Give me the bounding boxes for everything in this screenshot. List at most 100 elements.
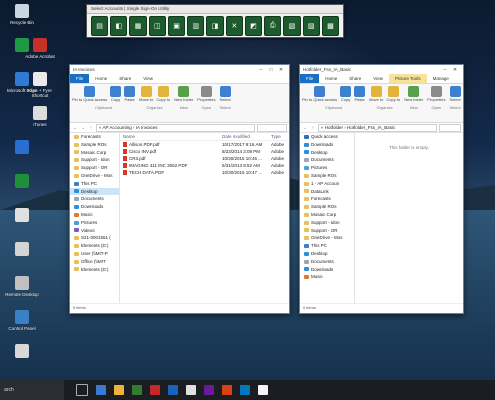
nav-item[interactable]: Downloads (300, 266, 354, 274)
nav-item[interactable]: OneDrive - Mos (70, 172, 119, 180)
nav-item[interactable]: Support - OR (70, 164, 119, 172)
title-bar[interactable]: IA Invoices – □ ✕ (70, 65, 289, 74)
nav-item[interactable]: Sample ROs (300, 172, 354, 180)
toolbar-button-icon[interactable]: ⎙ (264, 16, 282, 36)
file-row[interactable]: Cisco INV.pdf 8/23/2014 3:08 PM Adobe (120, 148, 289, 155)
nav-item[interactable]: Desktop (300, 149, 354, 157)
nav-item[interactable]: Office (\\MIT (70, 258, 119, 266)
toolbar-button-icon[interactable]: ▦ (129, 16, 147, 36)
ribbon-tab-home[interactable]: Home (319, 74, 343, 83)
nav-item[interactable]: Downloads (70, 203, 119, 211)
toolbar-button-icon[interactable]: ▩ (321, 16, 340, 36)
toolbar-button-icon[interactable]: ◩ (244, 16, 263, 36)
ribbon-button[interactable]: Select (450, 86, 461, 103)
nav-item[interactable]: Desktop (300, 250, 354, 258)
nav-item[interactable]: Pictures (70, 219, 119, 227)
nav-item[interactable]: Documents (70, 195, 119, 203)
ribbon-tab-share[interactable]: Share (343, 74, 367, 83)
nav-item[interactable]: User (\\MIT-P (70, 250, 119, 258)
column-type[interactable]: Type (268, 133, 289, 140)
file-row[interactable]: CR3.pdf 10/30/2015 10:45 ... Adobe (120, 155, 289, 162)
close-button[interactable]: ✕ (450, 67, 460, 73)
forward-icon[interactable]: → (80, 125, 86, 130)
ribbon-button[interactable]: Paste (124, 86, 136, 103)
sso-toolbar[interactable]: Select Accounts | Single Sign-On Utility… (86, 4, 344, 38)
ribbon-tab-file[interactable]: File (300, 74, 320, 83)
ribbon-button[interactable]: Select (220, 86, 231, 103)
ribbon-button[interactable]: New folder (404, 86, 423, 103)
desktop-icon[interactable]: iTunes (20, 106, 60, 127)
taskbar-app-icon[interactable] (204, 385, 214, 395)
maximize-button[interactable]: □ (266, 67, 276, 73)
search-input[interactable] (439, 123, 461, 132)
nav-item[interactable]: Music (70, 211, 119, 219)
file-row[interactable]: Allison.PDF.pdf 10/17/2017 9:16 AM Adobe (120, 141, 289, 148)
nav-item[interactable]: 1 - AP Accoun (300, 180, 354, 188)
toolbar-button-icon[interactable]: ◫ (148, 16, 166, 36)
nav-item[interactable]: S21-0001551 ( (70, 234, 119, 242)
toolbar-button-icon[interactable]: ▣ (167, 16, 186, 36)
nav-item[interactable]: Videos (70, 227, 119, 235)
up-icon[interactable]: ↑ (88, 125, 94, 130)
ribbon-tab-share[interactable]: Share (113, 74, 137, 83)
ribbon-button[interactable]: Pin to Quick access (72, 86, 107, 103)
file-row[interactable]: IMAGING 411 INC 3052.PDF 5/31/2013 8:52 A… (120, 162, 289, 169)
nav-item[interactable]: Music (300, 273, 354, 281)
ribbon-context-tab[interactable]: Picture Tools (388, 74, 427, 83)
ribbon-button[interactable]: Properties (427, 86, 446, 103)
ribbon-tab-view[interactable]: View (137, 74, 159, 83)
ribbon-tab-manage[interactable]: Manage (427, 74, 455, 83)
path-field[interactable]: « Hotfolder › Hotfolder_Fss_IA_Basic (318, 123, 437, 132)
taskbar-app-icon[interactable] (132, 385, 142, 395)
nav-item[interactable]: Desktop (70, 187, 119, 196)
taskbar-app-icon[interactable] (168, 385, 178, 395)
nav-item[interactable]: Sample ROs (300, 203, 354, 211)
file-row[interactable]: TECH DATA.PDF 10/30/2015 10:47 ... Adobe (120, 169, 289, 176)
desktop-icon[interactable] (2, 208, 42, 224)
nav-item[interactable]: Sample ROs (70, 141, 119, 149)
ribbon-button[interactable]: Copy (110, 86, 122, 103)
nav-item[interactable]: Support - Idon (70, 156, 119, 164)
close-button[interactable]: ✕ (276, 67, 286, 73)
ribbon-button[interactable]: Copy (340, 86, 352, 103)
explorer-window-hotfolder[interactable]: Hotfolder_Fss_IA_Basic – ✕ File Home Share… (299, 64, 464, 314)
ribbon-tab-file[interactable]: File (70, 74, 90, 83)
taskbar-app-icon[interactable] (114, 385, 124, 395)
ribbon-button[interactable]: New folder (174, 86, 193, 103)
taskbar-app-icon[interactable] (186, 385, 196, 395)
back-icon[interactable]: ← (72, 125, 78, 130)
nav-item[interactable]: Support - Idon (300, 219, 354, 227)
nav-item[interactable]: Pictures (300, 164, 354, 172)
nav-item[interactable]: Documents (300, 156, 354, 164)
nav-item[interactable]: Forecasts (70, 133, 119, 141)
taskbar-app-icon[interactable] (96, 385, 106, 395)
desktop-icon[interactable]: Recycle Bin (2, 4, 42, 25)
toolbar-button-icon[interactable]: ◧ (110, 16, 128, 36)
ribbon-button[interactable]: Copy to (156, 86, 170, 103)
nav-item[interactable]: Elements (D:) (70, 242, 119, 250)
taskbar-search-box[interactable]: arch (0, 380, 64, 400)
toolbar-button-icon[interactable]: ◨ (206, 16, 224, 36)
taskbar-app-icon[interactable] (222, 385, 232, 395)
taskbar-app-icon[interactable] (240, 385, 250, 395)
ribbon-tab-home[interactable]: Home (89, 74, 113, 83)
title-bar[interactable]: Hotfolder_Fss_IA_Basic – ✕ (300, 65, 463, 74)
nav-item[interactable]: Downloads (300, 141, 354, 149)
toolbar-button-icon[interactable]: ✕ (225, 16, 243, 36)
desktop-icon[interactable] (2, 344, 42, 360)
nav-item[interactable]: This PC (70, 180, 119, 188)
desktop-icon[interactable]: Control Panel (2, 310, 42, 331)
ribbon-button[interactable]: Pin to Quick access (302, 86, 337, 103)
nav-item[interactable]: OneDrive - Mos (300, 234, 354, 242)
nav-item[interactable]: Mosaic Corp (300, 211, 354, 219)
column-name[interactable]: Name (120, 133, 219, 140)
path-field[interactable]: « AP Accounting › IA Invoices (96, 123, 255, 132)
taskbar-app-icon[interactable] (150, 385, 160, 395)
desktop-icon[interactable] (2, 174, 42, 190)
desktop-icon[interactable]: Adobe Acrobat (20, 38, 60, 59)
desktop-icon[interactable] (2, 140, 42, 156)
ribbon-tab-view[interactable]: View (367, 74, 389, 83)
nav-item[interactable]: This PC (300, 242, 354, 250)
ribbon-button[interactable]: Copy to (386, 86, 400, 103)
windows-start-icon[interactable] (76, 384, 88, 396)
